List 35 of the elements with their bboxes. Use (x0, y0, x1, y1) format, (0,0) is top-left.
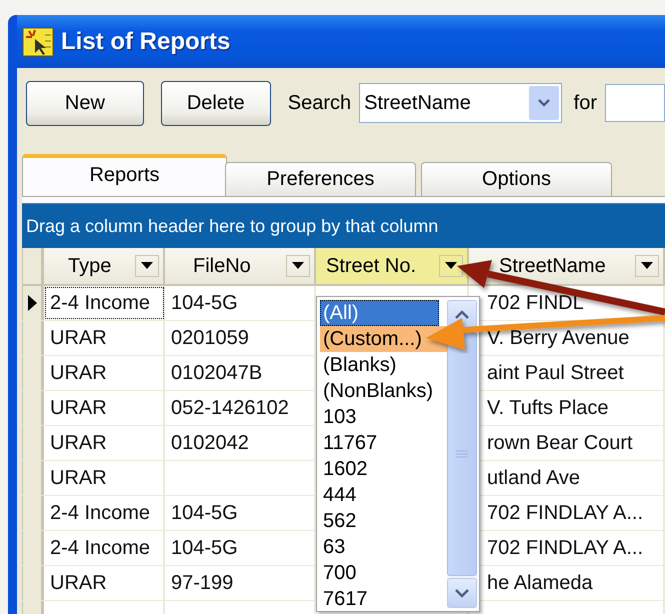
column-header[interactable]: StreetName (469, 248, 665, 284)
filter-option[interactable]: 63 (320, 534, 447, 560)
table-cell: URAR (44, 391, 165, 425)
table-cell: URAR (44, 356, 165, 390)
table-cell: URAR (44, 321, 165, 355)
filter-option[interactable]: (NonBlanks) (320, 378, 447, 404)
table-cell: URAR (44, 461, 165, 495)
search-label: Search (288, 92, 352, 114)
group-by-hint: Drag a column header here to group by that column (22, 203, 665, 248)
table-cell: 2-4 Income (44, 496, 165, 530)
filter-option[interactable]: 103 (320, 404, 447, 430)
table-cell: URAR (44, 566, 165, 600)
window-title: List of Reports (61, 28, 230, 56)
for-label: for (574, 92, 597, 114)
filter-option[interactable]: (Custom...) (320, 326, 447, 352)
filter-option[interactable]: 700 (320, 560, 447, 586)
tab[interactable]: Preferences (225, 162, 416, 196)
filter-option[interactable]: 7617 (320, 586, 447, 608)
toolbar-button[interactable]: New (26, 80, 144, 126)
table-cell: 2-4 Income (44, 531, 165, 565)
toolbar-button[interactable]: Delete (160, 80, 271, 126)
filter-option[interactable]: 1602 (320, 456, 447, 482)
tab[interactable]: Reports (22, 154, 227, 196)
column-header[interactable]: Type (44, 248, 165, 284)
column-header[interactable]: FileNo (165, 248, 316, 284)
filter-option[interactable]: (All) (320, 300, 439, 326)
filter-option[interactable]: 11767 (320, 430, 447, 456)
column-header[interactable]: Street No. (316, 248, 469, 284)
tab[interactable]: Options (421, 162, 612, 196)
table-cell: URAR (44, 426, 165, 460)
filter-option[interactable]: 444 (320, 482, 447, 508)
filter-option[interactable]: 562 (320, 508, 447, 534)
search-dropdown[interactable]: StreetName (359, 83, 562, 123)
filter-option[interactable]: (Blanks) (320, 352, 447, 378)
table-cell: 2-4 Income (44, 286, 165, 320)
